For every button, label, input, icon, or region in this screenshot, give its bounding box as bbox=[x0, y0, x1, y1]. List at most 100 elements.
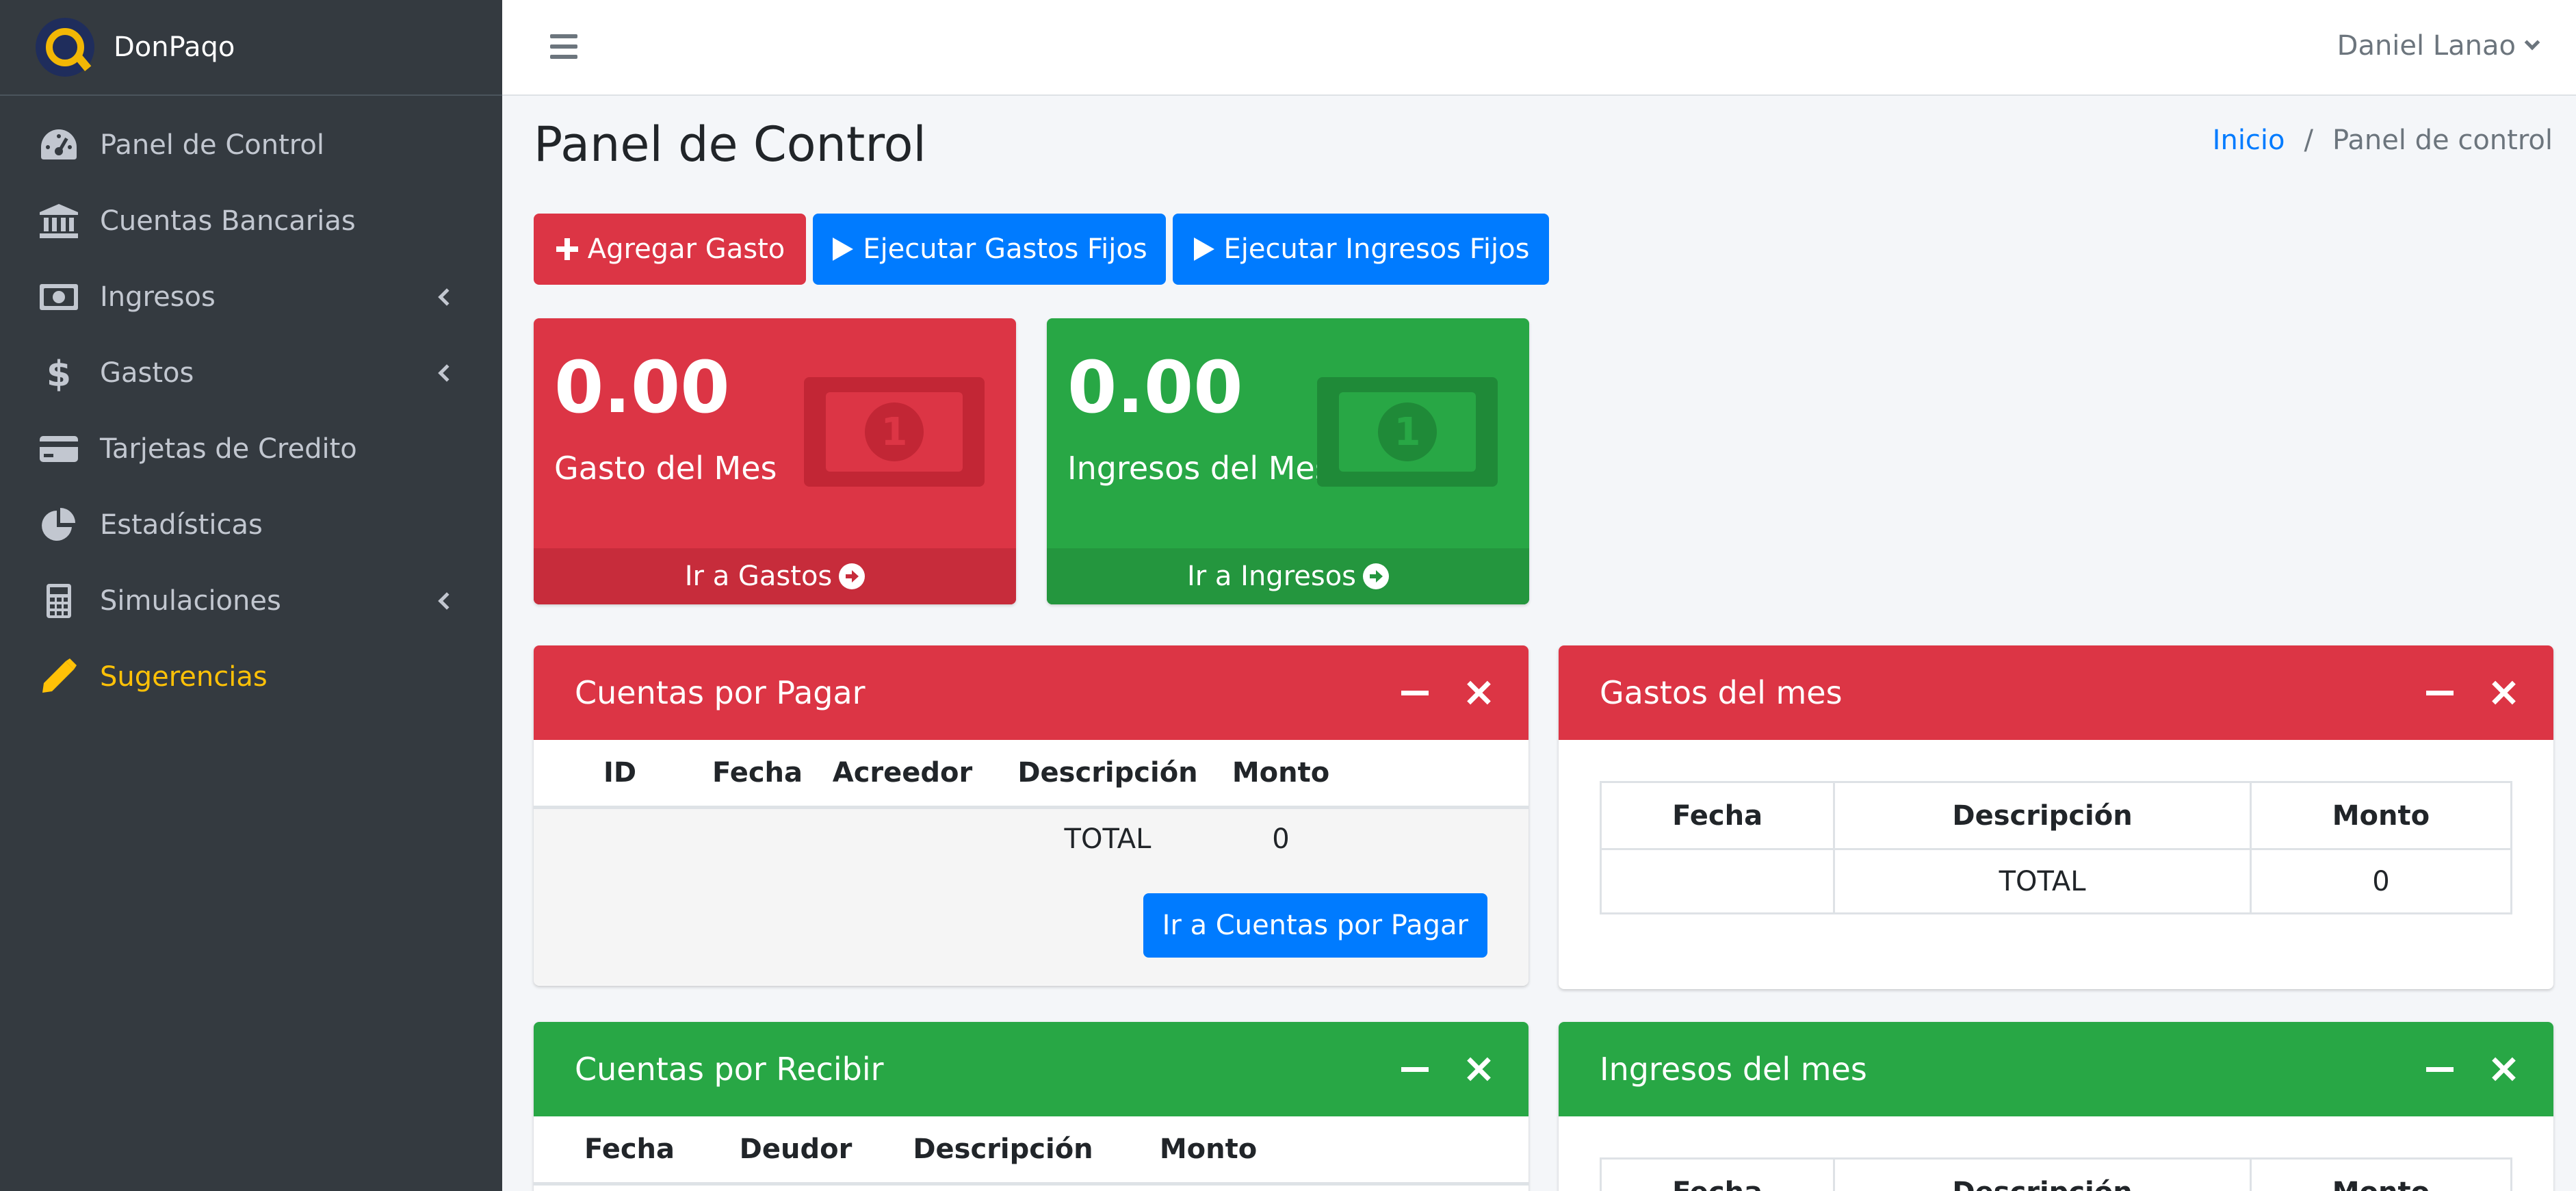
hamburger-menu-icon[interactable] bbox=[550, 34, 577, 59]
column-header: Monto bbox=[2249, 781, 2513, 850]
plus-icon bbox=[555, 237, 580, 261]
brand-name: DonPaqo bbox=[114, 31, 235, 63]
close-icon[interactable] bbox=[2492, 1058, 2515, 1081]
money-bill-icon: 1 bbox=[1317, 377, 1498, 487]
column-header: Fecha bbox=[1599, 1157, 1836, 1191]
table-header-row: Fecha Descripción Monto bbox=[1599, 781, 2513, 850]
sidebar: DonPaqo Panel de Control Cuentas Bancari… bbox=[0, 0, 502, 1191]
chevron-left-icon bbox=[438, 287, 456, 306]
sidebar-item-label: Simulaciones bbox=[100, 585, 281, 617]
money-bill-coin: 1 bbox=[1378, 402, 1437, 461]
card-tools bbox=[2426, 1058, 2515, 1081]
play-icon bbox=[1193, 236, 1216, 262]
card-tools bbox=[1401, 1058, 1490, 1081]
month-income-table: Fecha Descripción Monto bbox=[1599, 1157, 2513, 1191]
month-expenses-title: Gastos del mes bbox=[1600, 674, 1843, 711]
go-to-income-label: Ir a Ingresos bbox=[1186, 561, 1357, 592]
run-fixed-income-button[interactable]: Ejecutar Ingresos Fijos bbox=[1173, 214, 1549, 285]
play-icon bbox=[831, 236, 855, 262]
sidebar-item-estadisticas[interactable]: Estadísticas bbox=[0, 487, 502, 563]
column-header: Fecha bbox=[1599, 781, 1836, 850]
user-name: Daniel Lanao bbox=[2337, 30, 2516, 62]
sidebar-item-label: Ingresos bbox=[100, 281, 216, 313]
column-header: Descripción bbox=[1833, 1157, 2252, 1191]
card-tools bbox=[1401, 681, 1490, 704]
column-header: Monto bbox=[1140, 1116, 1277, 1186]
sidebar-item-sugerencias[interactable]: Sugerencias bbox=[0, 639, 502, 715]
breadcrumb-separator: / bbox=[2304, 125, 2313, 156]
arrow-circle-right-icon bbox=[839, 563, 866, 589]
minus-icon[interactable] bbox=[1401, 690, 1429, 695]
column-header: ID bbox=[534, 740, 706, 809]
accounts-receivable-card: Cuentas por Recibir Fecha Deudor Descrip… bbox=[534, 1022, 1528, 1191]
sidebar-item-label: Estadísticas bbox=[100, 509, 263, 541]
column-header: Descripción bbox=[866, 1116, 1140, 1186]
user-menu-dropdown[interactable]: Daniel Lanao bbox=[2337, 30, 2540, 62]
month-income-card: Ingresos del mes Fecha Descripción Monto bbox=[1559, 1022, 2553, 1191]
table-header-row: Fecha Deudor Descripción Monto bbox=[534, 1116, 1528, 1186]
sidebar-nav: Panel de Control Cuentas Bancarias Ingre… bbox=[0, 107, 502, 715]
minus-icon[interactable] bbox=[1401, 1066, 1429, 1072]
chevron-left-icon bbox=[438, 363, 456, 382]
sidebar-item-cuentas-bancarias[interactable]: Cuentas Bancarias bbox=[0, 183, 502, 259]
income-month-value: 0.00 bbox=[1067, 346, 1243, 429]
column-header: Monto bbox=[1219, 740, 1342, 809]
bank-icon bbox=[37, 202, 81, 240]
month-expenses-card: Gastos del mes Fecha Descripción Monto T… bbox=[1559, 645, 2553, 989]
credit-card-icon bbox=[37, 430, 81, 468]
brand-link[interactable]: DonPaqo bbox=[0, 0, 502, 96]
close-icon[interactable] bbox=[2492, 681, 2515, 704]
money-bill-coin: 1 bbox=[865, 402, 924, 461]
total-value: 0 bbox=[2249, 848, 2513, 914]
accounts-payable-card: Cuentas por Pagar ID Fecha Acreedor Desc… bbox=[534, 645, 1528, 986]
pencil-icon bbox=[37, 658, 81, 696]
breadcrumb-home-link[interactable]: Inicio bbox=[2213, 125, 2285, 156]
sidebar-item-label: Sugerencias bbox=[100, 661, 268, 693]
total-label: TOTAL bbox=[1833, 848, 2252, 914]
sidebar-item-panel-de-control[interactable]: Panel de Control bbox=[0, 107, 502, 183]
sidebar-item-ingresos[interactable]: Ingresos bbox=[0, 259, 502, 335]
total-value: 0 bbox=[1219, 807, 1342, 870]
sidebar-item-label: Panel de Control bbox=[100, 129, 324, 161]
top-navbar: Daniel Lanao bbox=[502, 0, 2576, 96]
run-fixed-expenses-button[interactable]: Ejecutar Gastos Fijos bbox=[813, 214, 1166, 285]
sidebar-item-tarjetas-de-credito[interactable]: Tarjetas de Credito bbox=[0, 411, 502, 487]
month-expenses-header: Gastos del mes bbox=[1559, 645, 2553, 740]
chevron-left-icon bbox=[438, 591, 456, 610]
card-footer: Ir a Cuentas por Pagar bbox=[534, 870, 1528, 985]
card-tools bbox=[2426, 681, 2515, 704]
sidebar-item-label: Tarjetas de Credito bbox=[100, 433, 357, 465]
close-icon[interactable] bbox=[1467, 1058, 1490, 1081]
dollar-sign-icon: $ bbox=[37, 354, 81, 392]
logo-icon bbox=[36, 18, 94, 77]
table-header-row: Fecha Descripción Monto bbox=[1599, 1157, 2513, 1191]
go-to-income-link[interactable]: Ir a Ingresos bbox=[1047, 548, 1529, 604]
sidebar-item-gastos[interactable]: $ Gastos bbox=[0, 335, 502, 411]
chevron-down-icon bbox=[2524, 34, 2540, 51]
breadcrumb: Inicio / Panel de control bbox=[2213, 125, 2553, 156]
run-fixed-expenses-label: Ejecutar Gastos Fijos bbox=[863, 233, 1147, 265]
column-header: Descripción bbox=[996, 740, 1219, 809]
sidebar-item-label: Gastos bbox=[100, 357, 194, 389]
breadcrumb-current: Panel de control bbox=[2332, 125, 2553, 156]
calculator-icon bbox=[37, 582, 81, 620]
accounts-receivable-header: Cuentas por Recibir bbox=[534, 1022, 1528, 1116]
accounts-receivable-title: Cuentas por Recibir bbox=[575, 1051, 884, 1088]
table-total-row: TOTAL 0 bbox=[534, 807, 1528, 870]
column-header: Descripción bbox=[1833, 781, 2252, 850]
go-to-accounts-payable-button[interactable]: Ir a Cuentas por Pagar bbox=[1143, 893, 1487, 958]
accounts-payable-title: Cuentas por Pagar bbox=[575, 674, 866, 711]
column-header: Fecha bbox=[534, 1116, 725, 1186]
sidebar-item-simulaciones[interactable]: Simulaciones bbox=[0, 563, 502, 639]
minus-icon[interactable] bbox=[2426, 690, 2454, 695]
go-to-expenses-link[interactable]: Ir a Gastos bbox=[534, 548, 1016, 604]
minus-icon[interactable] bbox=[2426, 1066, 2454, 1072]
expense-month-value: 0.00 bbox=[554, 346, 730, 429]
svg-text:$: $ bbox=[47, 355, 71, 392]
pie-chart-icon bbox=[37, 506, 81, 544]
income-summary-box: 0.00 Ingresos del Mes 1 Ir a Ingresos bbox=[1047, 318, 1529, 604]
add-expense-button[interactable]: Agregar Gasto bbox=[534, 214, 806, 285]
close-icon[interactable] bbox=[1467, 681, 1490, 704]
month-income-header: Ingresos del mes bbox=[1559, 1022, 2553, 1116]
column-header: Deudor bbox=[725, 1116, 866, 1186]
